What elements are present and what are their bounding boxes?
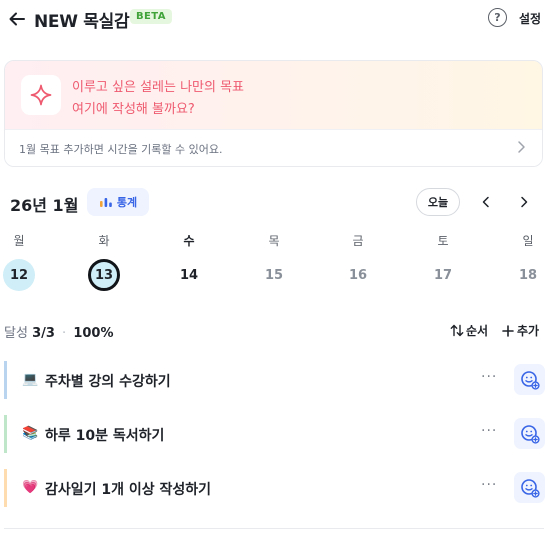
help-button[interactable]: ? <box>488 8 507 27</box>
heart-icon: 💗 <box>22 480 39 495</box>
next-week-button[interactable] <box>516 194 532 210</box>
order-label: 순서 <box>466 324 489 338</box>
day-cell[interactable]: 15 <box>258 259 290 291</box>
task-row[interactable]: 💻 주차별 강의 수강하기 ··· <box>4 361 545 399</box>
feeling-button[interactable] <box>514 472 545 503</box>
smiley-add-icon <box>520 370 540 390</box>
goal-hint-text: 1월 목표 추가하면 시간을 기록할 수 있어요. <box>19 143 223 156</box>
task-label: 하루 10분 독서하기 <box>45 428 165 444</box>
smiley-add-icon <box>520 478 540 498</box>
back-button[interactable] <box>6 8 28 30</box>
feeling-button[interactable] <box>514 418 545 449</box>
sparkle-icon <box>21 75 61 115</box>
today-button[interactable]: 오늘 <box>416 188 460 216</box>
task-label: 주차별 강의 수강하기 <box>45 374 171 390</box>
day-cell[interactable]: 18 <box>512 259 544 291</box>
chevron-right-icon <box>521 196 528 208</box>
books-icon: 📚 <box>22 426 39 441</box>
chevron-left-icon <box>482 196 489 208</box>
stats-label: 통계 <box>116 196 138 209</box>
weekday-mon: 월 <box>13 234 25 248</box>
goal-hint-row[interactable]: 1월 목표 추가하면 시간을 기록할 수 있어요. <box>5 129 542 166</box>
progress-summary: 달성 3/3 · 100% <box>4 322 114 341</box>
add-label: 추가 <box>517 324 540 338</box>
goal-prompt-line2: 여기에 작성해 볼까요? <box>72 102 195 117</box>
feeling-button[interactable] <box>514 364 545 395</box>
task-row[interactable]: 📚 하루 10분 독서하기 ··· <box>4 415 545 453</box>
task-label: 감사일기 1개 이상 작성하기 <box>45 482 212 498</box>
beta-badge: BETA <box>130 9 172 24</box>
sort-arrows-icon <box>450 324 464 337</box>
day-cell[interactable]: 12 <box>3 259 35 291</box>
goal-banner: 이루고 싶은 설레는 나만의 목표 여기에 작성해 볼까요? <box>5 61 542 129</box>
day-cell-today[interactable]: 13 <box>88 259 120 291</box>
weekday-sun: 일 <box>522 234 534 248</box>
laptop-icon: 💻 <box>22 372 39 387</box>
smiley-add-icon <box>520 424 540 444</box>
bar-chart-icon <box>99 198 112 207</box>
weekday-tue: 화 <box>98 234 110 248</box>
add-task-button[interactable]: 추가 <box>502 322 539 339</box>
divider <box>4 528 544 529</box>
prev-week-button[interactable] <box>478 194 494 210</box>
day-cell[interactable]: 14 <box>173 259 205 291</box>
weekday-wed: 수 <box>183 234 195 248</box>
weekday-sat: 토 <box>437 234 449 248</box>
progress-separator: · <box>62 326 67 341</box>
goal-prompt-line1: 이루고 싶은 설레는 나만의 목표 <box>72 80 245 95</box>
stats-button[interactable]: 통계 <box>87 188 149 216</box>
question-circle-icon: ? <box>494 11 501 24</box>
arrow-left-icon <box>9 12 25 26</box>
goal-card[interactable]: 이루고 싶은 설레는 나만의 목표 여기에 작성해 볼까요? 1월 목표 추가하… <box>4 60 543 167</box>
month-label: 26년 1월 <box>10 196 79 215</box>
progress-count: 3/3 <box>32 326 55 341</box>
more-options-icon[interactable]: ··· <box>481 423 497 439</box>
progress-percent: 100% <box>73 326 114 341</box>
order-button[interactable]: 순서 <box>450 322 488 339</box>
task-row[interactable]: 💗 감사일기 1개 이상 작성하기 ··· <box>4 469 545 507</box>
day-cell[interactable]: 16 <box>342 259 374 291</box>
more-options-icon[interactable]: ··· <box>481 477 497 493</box>
chevron-right-icon <box>518 141 525 153</box>
progress-label: 달성 <box>4 326 28 341</box>
weekday-fri: 금 <box>352 234 364 248</box>
weekday-thu: 목 <box>268 234 280 248</box>
plus-icon <box>502 324 514 337</box>
page-title: NEW 목실감 <box>34 12 130 32</box>
more-options-icon[interactable]: ··· <box>481 369 497 385</box>
settings-button[interactable]: 설정 <box>519 10 541 27</box>
day-cell[interactable]: 17 <box>427 259 459 291</box>
